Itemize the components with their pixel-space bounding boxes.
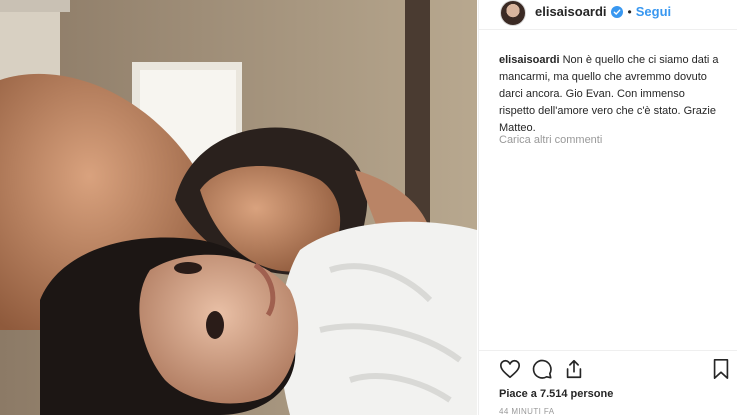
separator-dot: • — [627, 4, 632, 19]
share-icon[interactable] — [563, 358, 585, 385]
caption-username[interactable]: elisaisoardi — [499, 54, 560, 66]
likes-count[interactable]: Piace a 7.514 persone — [499, 388, 613, 400]
username[interactable]: elisaisoardi — [535, 4, 607, 19]
post-photo-image — [0, 0, 477, 415]
follow-button[interactable]: Segui — [636, 4, 671, 19]
avatar[interactable] — [500, 0, 526, 26]
bookmark-icon[interactable] — [711, 358, 731, 385]
caption: elisaisoardi Non è quello che ci siamo d… — [499, 52, 721, 137]
action-bar — [479, 350, 737, 385]
post-header: elisaisoardi • Segui — [479, 0, 737, 30]
post-photo — [0, 0, 477, 415]
comment-icon[interactable] — [531, 358, 553, 385]
verified-badge-icon — [610, 5, 623, 18]
load-more-comments-link[interactable]: Carica altri commenti — [499, 134, 602, 146]
divider — [479, 350, 737, 351]
heart-icon[interactable] — [499, 358, 521, 385]
post-sidebar: elisaisoardi • Segui elisaisoardi Non è … — [478, 0, 737, 416]
caption-text: Non è quello che ci siamo dati a mancarm… — [499, 54, 719, 134]
